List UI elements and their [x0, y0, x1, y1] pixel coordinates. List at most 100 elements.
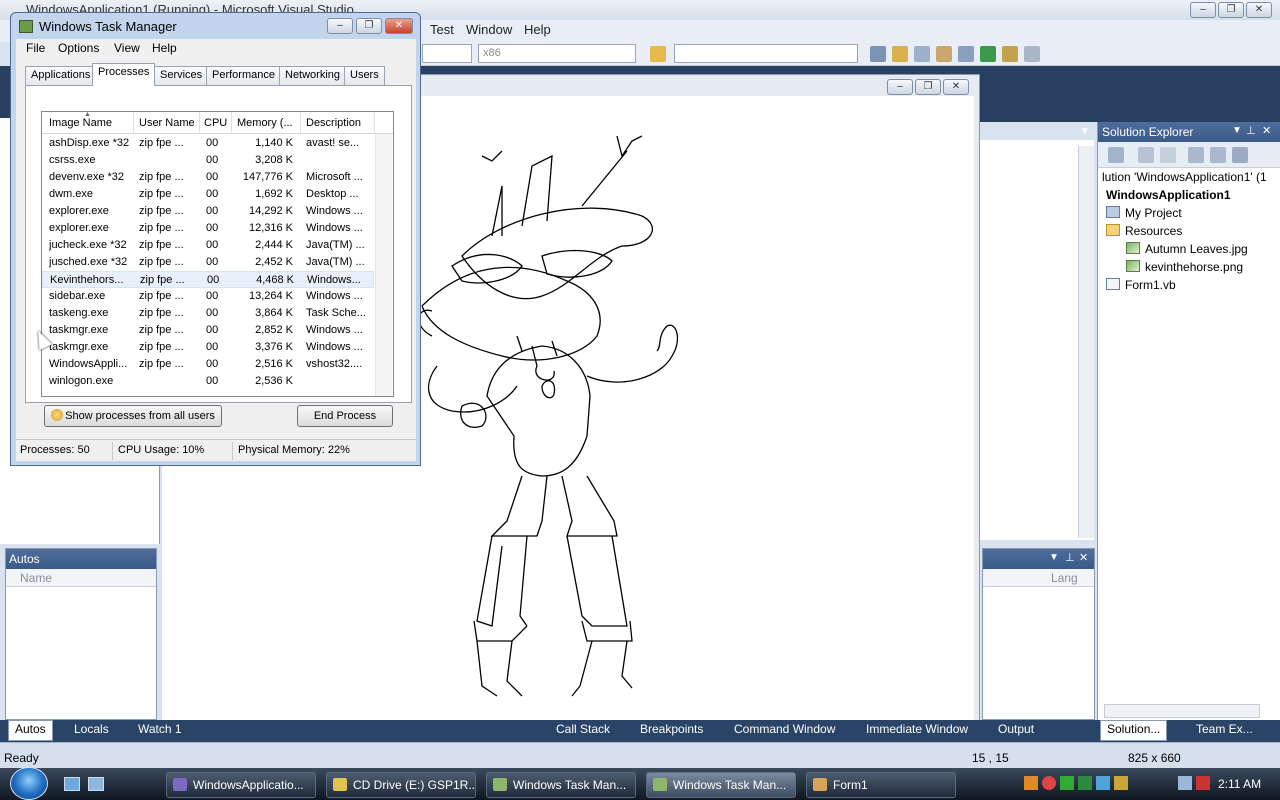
process-row[interactable]: explorer.exe zip fpe ... 00 12,316 K Windows…: [42, 220, 374, 237]
tree-item-autumn-leaves[interactable]: Autumn Leaves.jpg: [1126, 242, 1248, 256]
tray-java-icon[interactable]: [1114, 776, 1128, 790]
tab-solution-explorer[interactable]: Solution...: [1100, 720, 1168, 741]
task-manager-title-bar[interactable]: Windows Task Manager – ❐ ✕: [15, 17, 417, 37]
tree-item-my-project[interactable]: My Project: [1106, 206, 1182, 220]
tree-item-form1[interactable]: Form1.vb: [1106, 278, 1176, 292]
tab-users[interactable]: Users: [344, 66, 385, 85]
taskbar-button-task-manager-2[interactable]: Windows Task Man...: [646, 772, 796, 798]
tray-avast-icon[interactable]: [1024, 776, 1038, 790]
process-row[interactable]: winlogon.exe 00 2,536 K: [42, 373, 374, 390]
process-row[interactable]: devenv.exe *32 zip fpe ... 00 147,776 K Micr…: [42, 169, 374, 186]
tab-immediate-window[interactable]: Immediate Window: [866, 722, 968, 736]
form1-close-button[interactable]: ✕: [943, 79, 969, 95]
task-manager-maximize-button[interactable]: ❐: [356, 18, 382, 34]
find-combo[interactable]: [674, 44, 858, 63]
process-row[interactable]: jucheck.exe *32 zip fpe ... 00 2,444 K Java(…: [42, 237, 374, 254]
tab-networking[interactable]: Networking: [279, 66, 347, 85]
process-row[interactable]: ashDisp.exe *32 zip fpe ... 00 1,140 K avast…: [42, 135, 374, 152]
view-code-icon[interactable]: [1188, 147, 1204, 163]
vs-menu-help[interactable]: Help: [524, 22, 551, 37]
taskbar-button-form1[interactable]: Form1: [806, 772, 956, 798]
show-all-processes-button[interactable]: Show processes from all users: [44, 405, 222, 427]
start-button[interactable]: [10, 767, 48, 800]
network-icon[interactable]: [1178, 776, 1192, 790]
menu-file[interactable]: File: [26, 41, 45, 55]
task-manager-minimize-button[interactable]: –: [327, 18, 353, 34]
column-image-name[interactable]: Image Name: [49, 117, 112, 129]
find-in-files-icon[interactable]: [650, 46, 666, 62]
column-description[interactable]: Description: [306, 117, 361, 129]
end-process-button[interactable]: End Process: [297, 405, 393, 427]
document-dropdown-icon[interactable]: ▼: [1080, 126, 1090, 137]
taskbar-clock[interactable]: 2:11 AM: [1218, 777, 1261, 791]
process-row[interactable]: WindowsAppli... zip fpe ... 00 2,516 K vshos…: [42, 356, 374, 373]
solution-explorer-pin-icon[interactable]: ⊥: [1246, 124, 1256, 137]
form1-maximize-button[interactable]: ❐: [915, 79, 941, 95]
form1-minimize-button[interactable]: –: [887, 79, 913, 95]
tab-processes[interactable]: Processes: [92, 63, 156, 86]
process-row[interactable]: taskmgr.exe zip fpe ... 00 2,852 K Windows .…: [42, 322, 374, 339]
tab-locals[interactable]: Locals: [74, 722, 109, 736]
process-row[interactable]: csrss.exe 00 3,208 K: [42, 152, 374, 169]
properties-icon[interactable]: [892, 46, 908, 62]
task-manager-close-button[interactable]: ✕: [385, 18, 413, 34]
menu-options[interactable]: Options: [58, 41, 99, 55]
process-row[interactable]: sidebar.exe zip fpe ... 00 13,264 K Windows …: [42, 288, 374, 305]
class-diagram-icon[interactable]: [1232, 147, 1248, 163]
pane-close-icon[interactable]: ✕: [1079, 551, 1088, 564]
tree-item-resources[interactable]: Resources: [1106, 224, 1182, 238]
process-row[interactable]: taskeng.exe zip fpe ... 00 3,864 K Task Sche…: [42, 305, 374, 322]
tab-team-explorer[interactable]: Team Ex...: [1196, 722, 1253, 736]
document-vertical-scrollbar[interactable]: [1078, 146, 1094, 538]
start-page-icon[interactable]: [980, 46, 996, 62]
tray-network-monitor-icon[interactable]: [1096, 776, 1110, 790]
process-row[interactable]: taskmgr.exe zip fpe ... 00 3,376 K Windows .…: [42, 339, 374, 356]
switch-windows-icon[interactable]: [88, 777, 104, 791]
class-view-icon[interactable]: [1002, 46, 1018, 62]
process-row[interactable]: jusched.exe *32 zip fpe ... 00 2,452 K Java(…: [42, 254, 374, 271]
solution-explorer-dropdown-icon[interactable]: ▼: [1232, 125, 1242, 136]
show-desktop-icon[interactable]: [64, 777, 80, 791]
tray-app-icon[interactable]: [1060, 776, 1074, 790]
tab-watch-1[interactable]: Watch 1: [138, 722, 182, 736]
taskbar-button-cd-drive[interactable]: CD Drive (E:) GSP1R...: [326, 772, 476, 798]
vs-menu-window[interactable]: Window: [466, 22, 512, 37]
process-row[interactable]: dwm.exe zip fpe ... 00 1,692 K Desktop ...: [42, 186, 374, 203]
solution-explorer-horizontal-scrollbar[interactable]: [1104, 704, 1260, 718]
column-cpu[interactable]: CPU: [204, 117, 227, 129]
tab-services[interactable]: Services: [154, 66, 209, 85]
tab-performance[interactable]: Performance: [206, 66, 281, 85]
vs-close-button[interactable]: ✕: [1246, 2, 1272, 18]
tab-autos[interactable]: Autos: [8, 720, 53, 741]
tray-cpu-icon[interactable]: [1078, 776, 1092, 790]
process-list[interactable]: Image Name ▲ User Name CPU Memory (... D…: [41, 111, 394, 397]
process-list-scrollbar[interactable]: [375, 134, 392, 396]
vs-maximize-button[interactable]: ❐: [1218, 2, 1244, 18]
project-node[interactable]: WindowsApplication1: [1106, 188, 1231, 202]
platform-combo[interactable]: x86: [478, 44, 636, 63]
solution-node[interactable]: lution 'WindowsApplication1' (1: [1102, 170, 1267, 184]
language-column[interactable]: Lang: [1051, 571, 1078, 585]
view-designer-icon[interactable]: [1210, 147, 1226, 163]
column-user-name[interactable]: User Name: [139, 117, 195, 129]
volume-muted-icon[interactable]: [1196, 776, 1210, 790]
process-row[interactable]: Kevinthehors... zip fpe ... 00 4,468 K Windo…: [42, 271, 374, 288]
object-browser-icon[interactable]: [914, 46, 930, 62]
menu-view[interactable]: View: [114, 41, 140, 55]
tab-applications[interactable]: Applications: [25, 66, 97, 85]
show-all-files-icon[interactable]: [1138, 147, 1154, 163]
configuration-combo[interactable]: [422, 44, 472, 63]
menu-help[interactable]: Help: [152, 41, 177, 55]
vs-minimize-button[interactable]: –: [1190, 2, 1216, 18]
vs-menu-test[interactable]: Test: [430, 22, 454, 37]
tab-output[interactable]: Output: [998, 722, 1034, 736]
pane-pin-icon[interactable]: ⊥: [1065, 551, 1075, 564]
tab-breakpoints[interactable]: Breakpoints: [640, 722, 703, 736]
refresh-icon[interactable]: [1160, 147, 1176, 163]
tray-security-icon[interactable]: [1042, 776, 1056, 790]
solution-explorer-toolbar-icon[interactable]: [870, 46, 886, 62]
solution-explorer-close-icon[interactable]: ✕: [1262, 124, 1271, 137]
taskbar-button-visual-studio[interactable]: WindowsApplicatio...: [166, 772, 316, 798]
tab-command-window[interactable]: Command Window: [734, 722, 835, 736]
tree-item-kevinthehorse[interactable]: kevinthehorse.png: [1126, 260, 1243, 274]
